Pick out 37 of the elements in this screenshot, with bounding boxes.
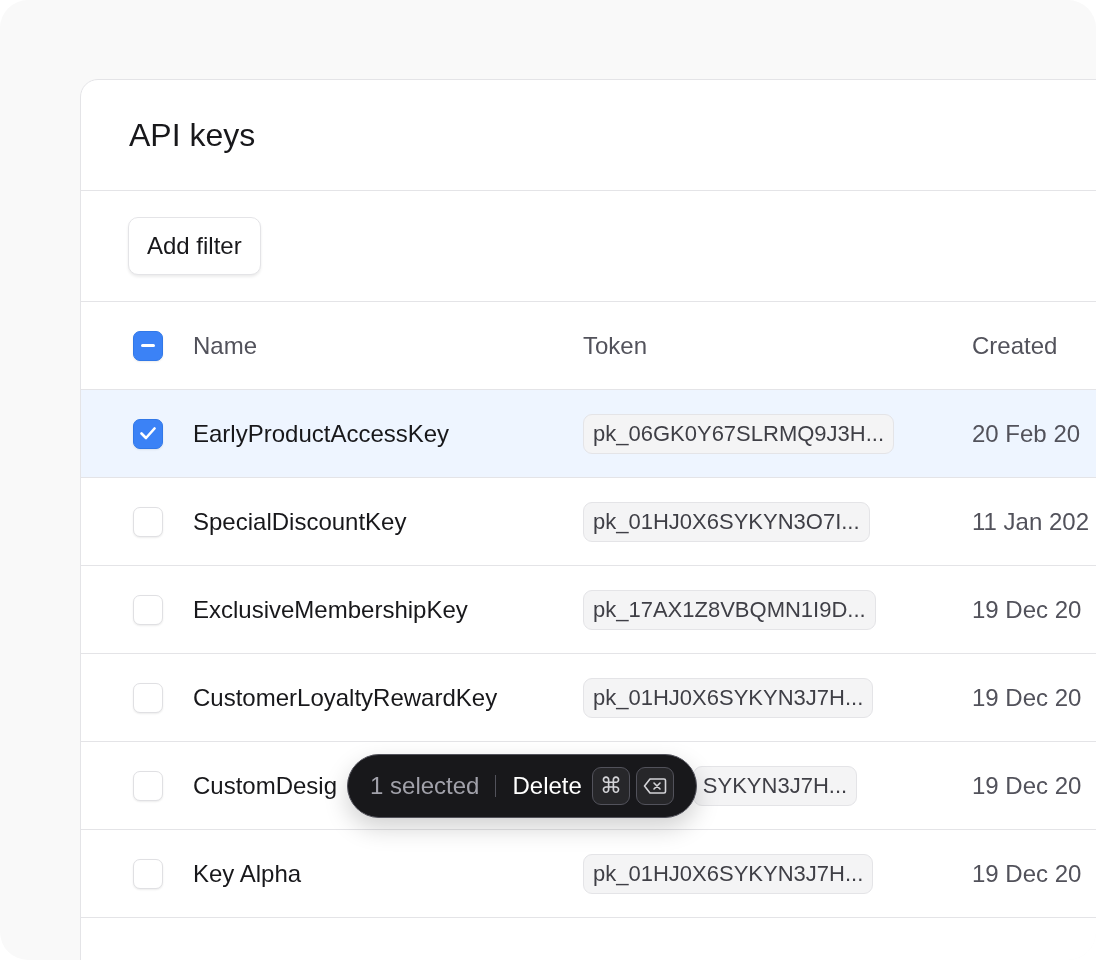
select-all-checkbox[interactable] (133, 330, 163, 361)
column-header: Token (583, 331, 648, 360)
token-pill: pk_01HJ0X6SYKYN3O7I... (583, 501, 870, 542)
key-name: CustomDesig (193, 771, 338, 800)
column-header: Name (193, 331, 259, 360)
token-pill: SYKYN3J7H... (692, 765, 858, 806)
table-row[interactable]: ExclusiveMembershipKey pk_17AX1Z8VBQMN1I9D... 19 Dec 20 (81, 566, 1096, 654)
check-icon (140, 427, 156, 440)
table-row[interactable]: EarlyProductAccessKey pk_06GK0Y67SLRMQ9J3H... 20 Feb 20 (81, 390, 1096, 478)
token-pill: pk_17AX1Z8VBQMN1I9D... (583, 589, 876, 630)
created-date: 19 Dec 20 (972, 859, 1082, 888)
row-checkbox[interactable] (133, 418, 163, 449)
key-name: CustomerLoyaltyRewardKey (193, 683, 499, 712)
command-key: ⌘ (591, 766, 630, 805)
delete-button[interactable]: Delete (512, 771, 582, 800)
created-date: 19 Dec 20 (972, 771, 1082, 800)
created-date: 11 Jan 202 (972, 507, 1089, 536)
created-date: 19 Dec 20 (972, 683, 1082, 712)
table-row[interactable]: SpecialDiscountKey pk_01HJ0X6SYKYN3O7I... 11 Jan 202 (81, 478, 1096, 566)
created-date: 20 Feb 20 (972, 419, 1081, 448)
key-name: EarlyProductAccessKey (193, 419, 451, 448)
column-header: Created (972, 331, 1058, 360)
key-name: Key Alpha (193, 859, 303, 888)
minus-icon (141, 344, 155, 347)
token-pill: pk_06GK0Y67SLRMQ9J3H... (583, 413, 895, 454)
table-row[interactable]: CustomerLoyaltyRewardKey pk_01HJ0X6SYKYN3J7H... 19 Dec 20 (81, 654, 1096, 742)
key-name: SpecialDiscountKey (193, 507, 408, 536)
table-row[interactable]: CustomDesig 1 selected Delete ⌘ SYKYN3J7H... 19 Dec 20 (81, 742, 1096, 830)
created-date: 19 Dec 20 (972, 595, 1082, 624)
key-name: ExclusiveMembershipKey (193, 595, 469, 624)
selection-count: 1 selected (370, 771, 480, 800)
add-filter-button[interactable]: Add filter (128, 217, 261, 275)
token-pill: pk_01HJ0X6SYKYN3J7H... (583, 677, 874, 718)
token-pill: pk_01HJ0X6SYKYN3J7H... (583, 853, 874, 894)
card-title: API keys (129, 116, 256, 154)
backspace-icon (642, 776, 667, 795)
table-row[interactable]: Key Alpha pk_01HJ0X6SYKYN3J7H... 19 Dec 20 (81, 830, 1096, 918)
